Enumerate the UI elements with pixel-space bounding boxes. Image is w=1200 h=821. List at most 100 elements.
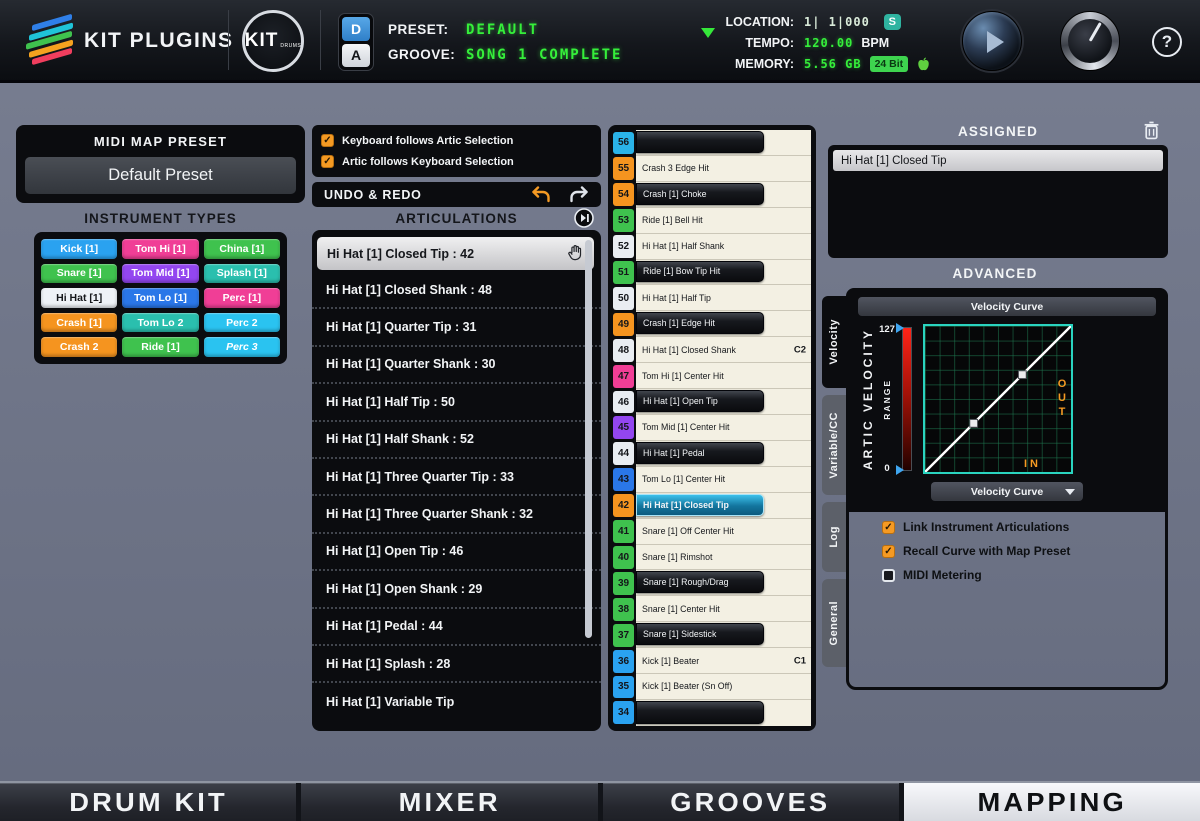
instrument-type-tom-hi-1[interactable]: Tom Hi [1] — [122, 239, 198, 259]
tab-mixer[interactable]: MIXER — [301, 783, 597, 821]
checkbox-checked-icon[interactable]: ✓ — [321, 134, 334, 147]
keyboard-key-48[interactable]: 48Hi Hat [1] Closed ShankC2 — [613, 337, 811, 363]
articulations-scrollbar[interactable] — [585, 240, 592, 638]
assigned-articulation[interactable]: Hi Hat [1] Closed Tip — [833, 150, 1163, 171]
kit-logo-text: KIT — [245, 30, 279, 52]
instrument-type-splash-1[interactable]: Splash [1] — [204, 264, 280, 284]
checkbox-unchecked-icon[interactable] — [882, 569, 895, 582]
keyboard-key-52[interactable]: 52Hi Hat [1] Half Shank — [613, 234, 811, 260]
articulation-item[interactable]: Hi Hat [1] Open Shank : 29 — [312, 571, 601, 608]
groove-value[interactable]: SONG 1 COMPLETE — [466, 47, 622, 63]
instrument-type-crash-1[interactable]: Crash [1] — [41, 313, 117, 333]
option-artic-follows-keyboard-selection[interactable]: ✓Artic follows Keyboard Selection — [321, 155, 592, 168]
keyboard-key-43[interactable]: 43Tom Lo [1] Center Hit — [613, 467, 811, 493]
midi-map-preset-selector[interactable]: Default Preset — [25, 157, 296, 194]
note-number-badge: 50 — [613, 287, 634, 310]
instrument-type-hi-hat-1[interactable]: Hi Hat [1] — [41, 288, 117, 308]
tab-drum-kit[interactable]: DRUM KIT — [0, 783, 296, 821]
articulation-label: Hi Hat [1] Three Quarter Shank : 32 — [326, 507, 533, 521]
instrument-type-snare-1[interactable]: Snare [1] — [41, 264, 117, 284]
toggle-d-button[interactable]: D — [342, 17, 370, 41]
sync-badge[interactable]: S — [884, 14, 901, 30]
note-number-badge: 34 — [613, 701, 634, 724]
articulations-expand-button[interactable] — [574, 208, 594, 228]
option-link-instrument-articulations[interactable]: ✓Link Instrument Articulations — [882, 520, 1070, 534]
range-handle-top[interactable] — [896, 323, 904, 333]
keyboard-key-51[interactable]: 51Ride [1] Bow Tip Hit — [613, 260, 811, 286]
range-scale: 127 RANGE 0 — [878, 324, 896, 474]
undo-button[interactable] — [531, 186, 551, 203]
checkbox-checked-icon[interactable]: ✓ — [321, 155, 334, 168]
articulation-item[interactable]: Hi Hat [1] Open Tip : 46 — [312, 534, 601, 571]
option-keyboard-follows-artic-selection[interactable]: ✓Keyboard follows Artic Selection — [321, 134, 592, 147]
instrument-type-china-1[interactable]: China [1] — [204, 239, 280, 259]
checkbox-checked-icon[interactable]: ✓ — [882, 545, 895, 558]
instrument-type-perc-2[interactable]: Perc 2 — [204, 313, 280, 333]
tab-log[interactable]: Log — [822, 502, 846, 572]
play-button[interactable] — [962, 11, 1022, 71]
octave-label: C2 — [794, 344, 806, 355]
keyboard-key-44[interactable]: 44Hi Hat [1] Pedal — [613, 441, 811, 467]
tab-variable-cc[interactable]: Variable/CC — [822, 395, 846, 495]
articulation-item[interactable]: Hi Hat [1] Closed Shank : 48 — [312, 272, 601, 309]
curve-type-dropdown[interactable]: Velocity Curve — [931, 482, 1083, 501]
instrument-type-crash-2[interactable]: Crash 2 — [41, 337, 117, 357]
help-button[interactable]: ? — [1152, 27, 1182, 57]
articulation-item[interactable]: Hi Hat [1] Pedal : 44 — [312, 609, 601, 646]
instrument-type-perc-1[interactable]: Perc [1] — [204, 288, 280, 308]
instrument-type-perc-3[interactable]: Perc 3 — [204, 337, 280, 357]
articulation-item[interactable]: Hi Hat [1] Three Quarter Tip : 33 — [312, 459, 601, 496]
instrument-type-kick-1[interactable]: Kick [1] — [41, 239, 117, 259]
delete-assignment-button[interactable] — [1143, 121, 1160, 140]
tab-velocity[interactable]: Velocity — [822, 296, 846, 388]
keyboard-key-39[interactable]: 39Snare [1] Rough/Drag — [613, 570, 811, 596]
keyboard-key-34[interactable]: 34 — [613, 700, 811, 726]
chevron-down-icon — [1065, 489, 1075, 495]
keyboard-key-56[interactable]: 56 — [613, 130, 811, 156]
keyboard-key-42[interactable]: 42Hi Hat [1] Closed Tip — [613, 493, 811, 519]
keyboard-key-54[interactable]: 54Crash [1] Choke — [613, 182, 811, 208]
toggle-a-button[interactable]: A — [342, 44, 370, 68]
articulation-item[interactable]: Hi Hat [1] Splash : 28 — [312, 646, 601, 683]
redo-button[interactable] — [569, 186, 589, 203]
range-handle-bottom[interactable] — [896, 465, 904, 475]
option-recall-curve-with-map-preset[interactable]: ✓Recall Curve with Map Preset — [882, 544, 1070, 558]
undo-icon — [531, 186, 551, 203]
curve-handle — [970, 419, 978, 427]
articulation-item[interactable]: Hi Hat [1] Quarter Tip : 31 — [312, 309, 601, 346]
keyboard-key-41[interactable]: 41Snare [1] Off Center Hit — [613, 519, 811, 545]
articulation-item[interactable]: Hi Hat [1] Half Tip : 50 — [312, 384, 601, 421]
articulation-item[interactable]: Hi Hat [1] Half Shank : 52 — [312, 422, 601, 459]
keyboard-key-46[interactable]: 46Hi Hat [1] Open Tip — [613, 389, 811, 415]
instrument-type-tom-mid-1[interactable]: Tom Mid [1] — [122, 264, 198, 284]
range-label: RANGE — [882, 379, 892, 420]
instrument-type-tom-lo-1[interactable]: Tom Lo [1] — [122, 288, 198, 308]
velocity-curve-grid[interactable]: OUT IN — [923, 324, 1073, 474]
keyboard-key-49[interactable]: 49Crash [1] Edge Hit — [613, 311, 811, 337]
articulation-item[interactable]: Hi Hat [1] Three Quarter Shank : 32 — [312, 496, 601, 533]
keyboard-key-35[interactable]: 35Kick [1] Beater (Sn Off) — [613, 674, 811, 700]
key-black: Snare [1] Rough/Drag — [636, 570, 811, 596]
keyboard-key-36[interactable]: 36Kick [1] BeaterC1 — [613, 648, 811, 674]
keyboard-key-38[interactable]: 38Snare [1] Center Hit — [613, 596, 811, 622]
tab-general[interactable]: General — [822, 579, 846, 667]
checkbox-checked-icon[interactable]: ✓ — [882, 521, 895, 534]
keyboard-key-50[interactable]: 50Hi Hat [1] Half Tip — [613, 285, 811, 311]
articulation-item[interactable]: Hi Hat [1] Quarter Shank : 30 — [312, 347, 601, 384]
keyboard-key-47[interactable]: 47Tom Hi [1] Center Hit — [613, 363, 811, 389]
keyboard-key-45[interactable]: 45Tom Mid [1] Center Hit — [613, 415, 811, 441]
tab-grooves[interactable]: GROOVES — [603, 783, 899, 821]
keyboard-key-53[interactable]: 53Ride [1] Bell Hit — [613, 208, 811, 234]
option-midi-metering[interactable]: MIDI Metering — [882, 568, 1070, 582]
tab-mapping[interactable]: MAPPING — [904, 783, 1200, 821]
instrument-type-tom-lo-2[interactable]: Tom Lo 2 — [122, 313, 198, 333]
instrument-type-ride-1[interactable]: Ride [1] — [122, 337, 198, 357]
keyboard-key-40[interactable]: 40Snare [1] Rimshot — [613, 545, 811, 571]
velocity-range-slider[interactable] — [898, 324, 915, 474]
volume-knob[interactable] — [1060, 11, 1120, 71]
articulation-item-selected[interactable]: Hi Hat [1] Closed Tip : 42 — [317, 237, 594, 270]
preset-value[interactable]: DEFAULT — [466, 22, 539, 38]
articulation-item[interactable]: Hi Hat [1] Variable Tip — [312, 683, 601, 720]
keyboard-key-37[interactable]: 37Snare [1] Sidestick — [613, 622, 811, 648]
keyboard-key-55[interactable]: 55Crash 3 Edge Hit — [613, 156, 811, 182]
